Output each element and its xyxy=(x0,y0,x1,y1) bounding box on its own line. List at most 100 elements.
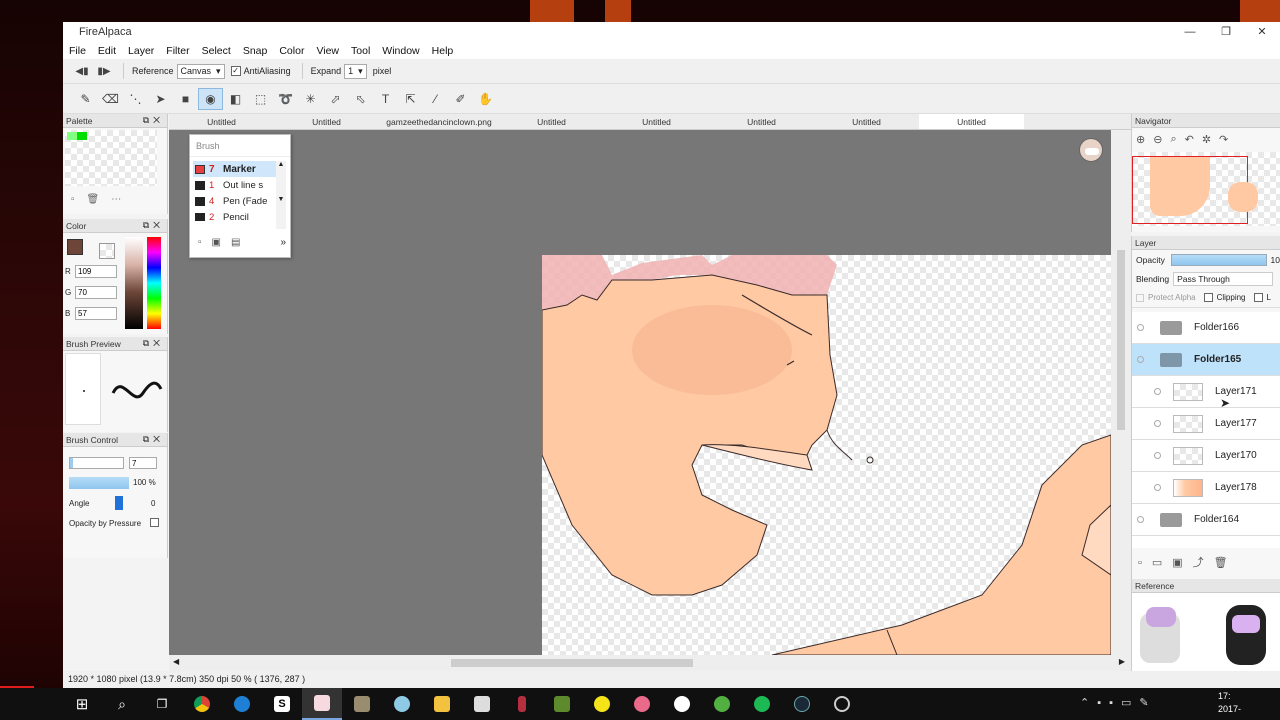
canvas-horizontal-scrollbar[interactable]: ◀ ▶ xyxy=(169,655,1131,671)
fill-icon[interactable]: ■ xyxy=(173,88,198,110)
store-icon[interactable] xyxy=(462,688,502,720)
minimize-icon[interactable]: — xyxy=(1172,22,1208,42)
lasso-icon[interactable]: ➰ xyxy=(273,88,298,110)
app-icon[interactable] xyxy=(622,688,662,720)
close-icon[interactable]: ✕ xyxy=(1244,22,1280,42)
visibility-icon[interactable] xyxy=(1137,324,1144,331)
visibility-icon[interactable] xyxy=(1154,420,1161,427)
bucket-icon[interactable]: ◉ xyxy=(198,87,223,110)
zoom-in-icon[interactable]: ⊕ xyxy=(1136,133,1145,146)
menu-snap[interactable]: Snap xyxy=(243,45,268,57)
dropper-icon[interactable]: ⁄ xyxy=(423,88,448,110)
palette-swatches[interactable] xyxy=(65,130,157,186)
palette-swatch[interactable] xyxy=(77,132,87,140)
app-icon[interactable] xyxy=(382,688,422,720)
rotate-right-icon[interactable]: ↷ xyxy=(1219,133,1228,146)
chrome-icon[interactable] xyxy=(182,688,222,720)
visibility-icon[interactable] xyxy=(1154,388,1161,395)
menu-filter[interactable]: Filter xyxy=(166,45,189,57)
menu-view[interactable]: View xyxy=(316,45,339,57)
hue-slider[interactable] xyxy=(147,237,161,329)
brush-more-icon[interactable]: » xyxy=(280,237,286,248)
menu-window[interactable]: Window xyxy=(382,45,419,57)
layer-row-layer177[interactable]: Layer177 xyxy=(1132,408,1280,440)
next-icon[interactable]: ▮▶ xyxy=(93,66,115,77)
move-icon[interactable]: ➤ xyxy=(148,88,173,110)
tab-untitled-active[interactable]: Untitled xyxy=(919,114,1024,129)
b-input[interactable] xyxy=(75,307,117,320)
start-icon[interactable]: ⊞ xyxy=(62,688,102,720)
panel-controls-icon[interactable]: ⧉✕ xyxy=(143,220,164,231)
visibility-icon[interactable] xyxy=(1154,484,1161,491)
gradient-icon[interactable]: ◧ xyxy=(223,88,248,110)
menu-file[interactable]: File xyxy=(69,45,86,57)
eraser-icon[interactable]: ⌫ xyxy=(98,88,123,110)
dot-pen-icon[interactable]: ⋱ xyxy=(123,88,148,110)
sub-color-swatch[interactable] xyxy=(99,243,115,259)
text-icon[interactable]: T xyxy=(373,88,398,110)
g-input[interactable] xyxy=(75,286,117,299)
magic-wand-icon[interactable]: ✳ xyxy=(298,88,323,110)
clipping-checkbox[interactable] xyxy=(1203,293,1213,302)
reference-image[interactable] xyxy=(1132,593,1280,671)
visibility-icon[interactable] xyxy=(1154,452,1161,459)
r-input[interactable] xyxy=(75,265,117,278)
menu-select[interactable]: Select xyxy=(202,45,231,57)
rotate-left-icon[interactable]: ↶ xyxy=(1185,133,1194,146)
opacity-pressure-checkbox[interactable] xyxy=(150,518,159,527)
brush-item-outline[interactable]: 1 Out line s xyxy=(193,177,277,193)
layer-blending-select[interactable]: Pass Through xyxy=(1173,272,1274,286)
task-view-icon[interactable]: ❐ xyxy=(142,688,182,720)
clock[interactable]: 17: 2017- xyxy=(1218,690,1241,716)
steam-icon[interactable] xyxy=(782,688,822,720)
select-eraser-icon[interactable]: ⬁ xyxy=(348,88,373,110)
navigator-preview[interactable] xyxy=(1132,152,1280,226)
layer-row-folder165[interactable]: Folder165 xyxy=(1132,344,1280,376)
avatar[interactable] xyxy=(1079,138,1103,162)
brush-size-input[interactable] xyxy=(129,457,157,469)
brush-opacity-slider[interactable] xyxy=(69,477,129,489)
panel-controls-icon[interactable]: ⧉✕ xyxy=(143,434,164,445)
brush-item-pencil[interactable]: 2 Pencil xyxy=(193,209,277,221)
edge-icon[interactable] xyxy=(222,688,262,720)
rotate-reset-icon[interactable]: ✲ xyxy=(1202,133,1211,146)
layer-row-folder166[interactable]: Folder166 xyxy=(1132,312,1280,344)
brightness-slider[interactable] xyxy=(125,237,143,329)
antialiasing-checkbox[interactable]: ✓ xyxy=(230,66,241,76)
app-icon[interactable] xyxy=(822,688,862,720)
title-bar[interactable]: FireAlpaca — ❐ ✕ xyxy=(63,22,1280,42)
zoom-out-icon[interactable]: ⊖ xyxy=(1153,133,1162,146)
operation-icon[interactable]: ⇱ xyxy=(398,88,423,110)
app-icon[interactable] xyxy=(702,688,742,720)
brush-item-marker[interactable]: 7 Marker xyxy=(193,161,277,177)
layer-row-layer171[interactable]: Layer171 ➤ xyxy=(1132,376,1280,410)
palette-swatch[interactable] xyxy=(67,132,77,140)
tab-untitled[interactable]: Untitled xyxy=(499,114,604,129)
brush-list-scrollbar[interactable]: ▲ ▼ xyxy=(276,161,286,229)
search-icon[interactable]: ⌕ xyxy=(102,688,142,720)
app-icon[interactable] xyxy=(342,688,382,720)
menu-layer[interactable]: Layer xyxy=(128,45,154,57)
skype-icon[interactable]: S xyxy=(262,688,302,720)
tab-untitled[interactable]: Untitled xyxy=(274,114,379,129)
menu-tool[interactable]: Tool xyxy=(351,45,370,57)
menu-help[interactable]: Help xyxy=(432,45,454,57)
angle-slider-handle[interactable] xyxy=(115,496,123,510)
file-explorer-icon[interactable] xyxy=(422,688,462,720)
layer-actions-icon[interactable]: ▫▭▣⤴🗑 xyxy=(1138,554,1238,570)
pen-icon[interactable]: ✎ xyxy=(73,88,98,110)
app-icon[interactable] xyxy=(662,688,702,720)
layer-row-layer170[interactable]: Layer170 xyxy=(1132,440,1280,472)
layer-opacity-slider[interactable] xyxy=(1170,254,1267,266)
main-color-swatch[interactable] xyxy=(67,239,83,255)
tray-icons[interactable]: ⌃▪▪▭✎ xyxy=(1080,696,1157,709)
tab-untitled[interactable]: Untitled xyxy=(169,114,274,129)
eyedropper-icon[interactable]: ✐ xyxy=(448,88,473,110)
brush-item-pen[interactable]: 4 Pen (Fade xyxy=(193,193,277,209)
vertical-scroll-thumb[interactable] xyxy=(1117,250,1125,430)
horizontal-scroll-thumb[interactable] xyxy=(451,659,693,667)
palette-actions-icon[interactable]: ▫🗑⋯ xyxy=(71,194,133,205)
canvas-vertical-scrollbar[interactable] xyxy=(1111,130,1131,655)
scroll-left-icon[interactable]: ◀ xyxy=(173,657,179,666)
menu-color[interactable]: Color xyxy=(279,45,304,57)
